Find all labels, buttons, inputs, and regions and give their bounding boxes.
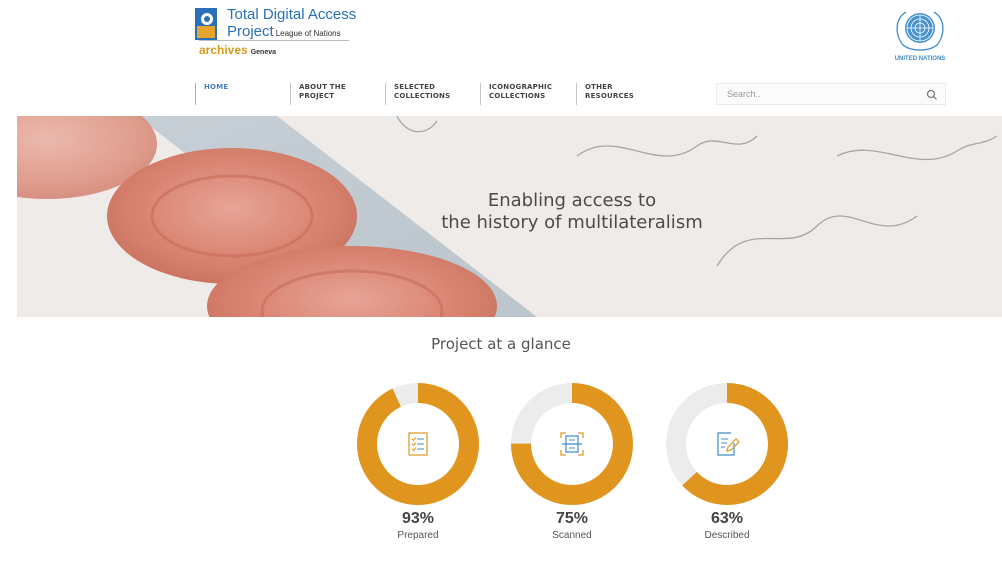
- nav-selected-collections[interactable]: SELECTED COLLECTIONS: [385, 83, 464, 105]
- checklist-icon: [408, 432, 428, 456]
- un-emblem-icon: [896, 11, 944, 51]
- logo-archives: archives Geneva: [199, 43, 276, 57]
- stat-percent: 75%: [555, 510, 589, 527]
- nav-home[interactable]: HOME: [195, 83, 274, 105]
- logo-archives-word: archives: [199, 43, 248, 57]
- project-logo[interactable]: Total Digital Access Project League of Na…: [195, 5, 357, 63]
- stat-percent: 63%: [710, 510, 744, 527]
- search-icon[interactable]: [925, 88, 939, 102]
- logo-mark-icon: [195, 8, 217, 40]
- hero-headline: Enabling access to the history of multil…: [417, 190, 727, 234]
- logo-project-word: Project: [227, 23, 274, 40]
- stat-label: Scanned: [552, 530, 592, 541]
- stat-prepared: 93% Prepared: [356, 382, 480, 562]
- stat-label: Described: [704, 530, 750, 541]
- nav-iconographic-collections[interactable]: ICONOGRAPHIC COLLECTIONS: [480, 83, 559, 105]
- scan-document-icon: [560, 432, 584, 456]
- nav-other-resources[interactable]: OTHER RESOURCES: [576, 83, 655, 105]
- search-input[interactable]: [717, 84, 917, 104]
- logo-title: Total Digital Access: [227, 6, 357, 23]
- un-label: UNITED NATIONS: [894, 56, 946, 62]
- stat-percent: 93%: [401, 510, 435, 527]
- nav-about-the-project[interactable]: ABOUT THE PROJECT: [290, 83, 369, 105]
- logo-geneva-text: Geneva: [250, 49, 276, 56]
- hero-line-1: Enabling access to: [487, 190, 657, 211]
- hero-line-2: the history of multilateralism: [441, 212, 703, 233]
- nav-iconographic-label: ICONOGRAPHIC COLLECTIONS: [489, 83, 553, 100]
- hero-banner: Enabling access to the history of multil…: [17, 116, 1002, 317]
- edit-document-icon: [717, 432, 740, 456]
- stat-scanned: 75% Scanned: [510, 382, 634, 562]
- logo-league-text: League of Nations: [275, 29, 341, 38]
- logo-divider: [199, 40, 349, 41]
- stat-label: Prepared: [397, 530, 439, 541]
- united-nations-logo[interactable]: UNITED NATIONS: [888, 8, 952, 64]
- stat-described: 63% Described: [665, 382, 789, 562]
- nav-home-label: HOME: [204, 83, 229, 91]
- section-title: Project at a glance: [431, 335, 571, 353]
- nav-other-label: OTHER RESOURCES: [585, 83, 634, 100]
- nav-about-label: ABOUT THE PROJECT: [299, 83, 346, 100]
- nav-selected-label: SELECTED COLLECTIONS: [394, 83, 451, 100]
- search-box: [716, 83, 946, 105]
